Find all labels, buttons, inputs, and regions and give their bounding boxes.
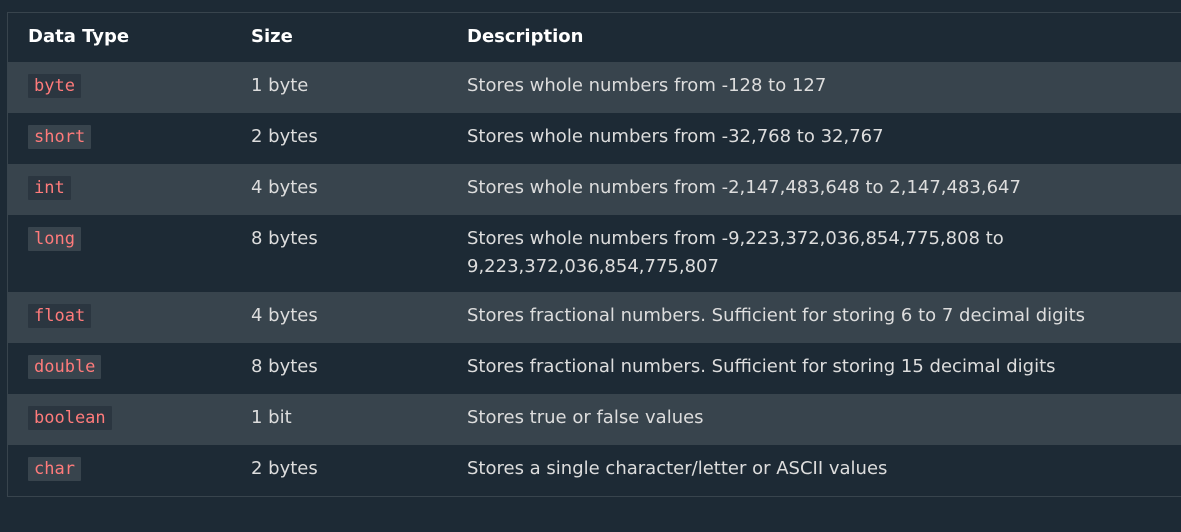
data-type-size: 1 bit — [251, 407, 292, 428]
table-row: int 4 bytes Stores whole numbers from -2… — [8, 164, 1181, 215]
header-data-type: Data Type — [28, 26, 130, 47]
data-type-code: char — [28, 457, 81, 481]
data-type-description: Stores whole numbers from -32,768 to 32,… — [467, 126, 884, 147]
table-header-row: Data Type Size Description — [8, 13, 1181, 62]
data-type-description: Stores whole numbers from -2,147,483,648… — [467, 177, 1021, 198]
data-type-description: Stores fractional numbers. Sufficient fo… — [467, 356, 1056, 377]
data-type-size: 2 bytes — [251, 126, 318, 147]
data-type-description: Stores true or false values — [467, 407, 704, 428]
header-description: Description — [467, 26, 584, 47]
data-type-code: int — [28, 176, 71, 200]
data-type-size: 4 bytes — [251, 177, 318, 198]
data-types-table: Data Type Size Description byte 1 byte S… — [7, 12, 1181, 497]
data-type-code: boolean — [28, 406, 112, 430]
data-type-size: 8 bytes — [251, 228, 318, 249]
data-type-description: Stores fractional numbers. Sufficient fo… — [467, 305, 1086, 326]
data-type-description: Stores whole numbers from -128 to 127 — [467, 75, 827, 96]
data-type-code: float — [28, 304, 92, 328]
data-type-description: Stores whole numbers from -9,223,372,036… — [467, 228, 1004, 277]
data-type-code: long — [28, 227, 81, 251]
table-row: short 2 bytes Stores whole numbers from … — [8, 113, 1181, 164]
data-type-size: 2 bytes — [251, 458, 318, 479]
data-type-code: byte — [28, 74, 81, 98]
data-type-code: double — [28, 355, 102, 379]
table-row: double 8 bytes Stores fractional numbers… — [8, 343, 1181, 394]
data-type-description: Stores a single character/letter or ASCI… — [467, 458, 888, 479]
data-type-size: 8 bytes — [251, 356, 318, 377]
data-type-code: short — [28, 125, 92, 149]
table-row: char 2 bytes Stores a single character/l… — [8, 445, 1181, 496]
header-size: Size — [251, 26, 293, 47]
table-row: boolean 1 bit Stores true or false value… — [8, 394, 1181, 445]
table-row: byte 1 byte Stores whole numbers from -1… — [8, 62, 1181, 113]
data-type-size: 4 bytes — [251, 305, 318, 326]
table-row: long 8 bytes Stores whole numbers from -… — [8, 215, 1181, 292]
table-row: float 4 bytes Stores fractional numbers.… — [8, 292, 1181, 343]
data-type-size: 1 byte — [251, 75, 309, 96]
